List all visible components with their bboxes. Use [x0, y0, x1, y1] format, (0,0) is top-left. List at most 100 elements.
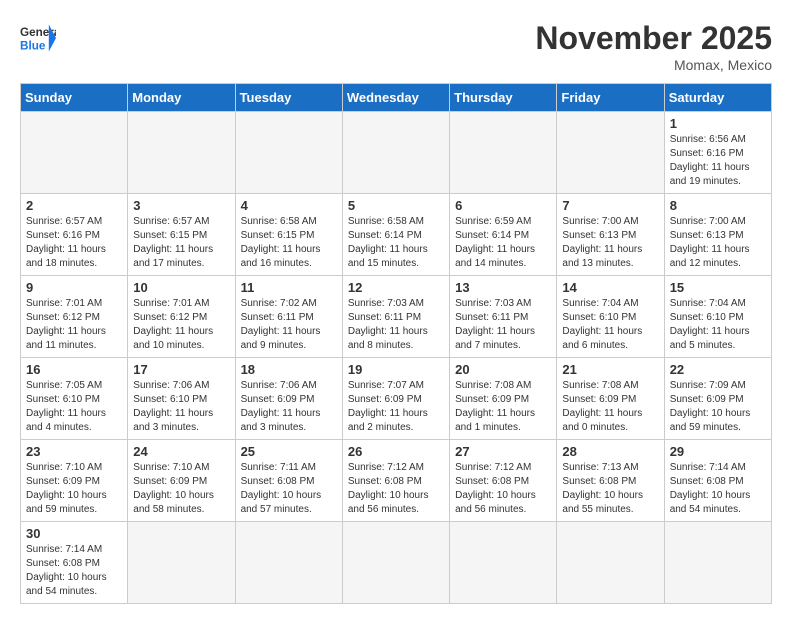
calendar-cell: 21 Sunrise: 7:08 AMSunset: 6:09 PMDayligh… — [557, 358, 664, 440]
day-info: Sunrise: 7:03 AMSunset: 6:11 PMDaylight:… — [348, 297, 444, 353]
day-number: 17 — [133, 362, 229, 377]
day-info: Sunrise: 7:08 AMSunset: 6:09 PMDaylight:… — [455, 379, 551, 435]
day-number: 25 — [241, 444, 337, 459]
calendar-cell: 26 Sunrise: 7:12 AMSunset: 6:08 PMDayligh… — [342, 440, 449, 522]
day-info: Sunrise: 7:10 AMSunset: 6:09 PMDaylight:… — [133, 461, 229, 517]
calendar-cell — [557, 522, 664, 604]
calendar-cell: 5 Sunrise: 6:58 AMSunset: 6:14 PMDaylight… — [342, 194, 449, 276]
day-number: 5 — [348, 198, 444, 213]
title-block: November 2025 Momax, Mexico — [535, 20, 772, 73]
day-info: Sunrise: 7:00 AMSunset: 6:13 PMDaylight:… — [670, 215, 766, 271]
weekday-header-saturday: Saturday — [664, 84, 771, 112]
weekday-header-wednesday: Wednesday — [342, 84, 449, 112]
day-info: Sunrise: 7:06 AMSunset: 6:10 PMDaylight:… — [133, 379, 229, 435]
calendar-cell: 6 Sunrise: 6:59 AMSunset: 6:14 PMDaylight… — [450, 194, 557, 276]
calendar-week-row: 16Sunrise: 7:05 AMSunset: 6:10 PMDayligh… — [21, 358, 772, 440]
day-info: Sunrise: 7:04 AMSunset: 6:10 PMDaylight:… — [670, 297, 766, 353]
calendar-cell: 10 Sunrise: 7:01 AMSunset: 6:12 PMDayligh… — [128, 276, 235, 358]
day-number: 2 — [26, 198, 122, 213]
day-number: 23 — [26, 444, 122, 459]
day-number: 1 — [670, 116, 766, 131]
day-info: Sunrise: 6:56 AMSunset: 6:16 PMDaylight:… — [670, 133, 766, 189]
calendar-week-row: 1 Sunrise: 6:56 AMSunset: 6:16 PMDaylight… — [21, 112, 772, 194]
calendar-cell — [128, 112, 235, 194]
weekday-header-row: SundayMondayTuesdayWednesdayThursdayFrid… — [21, 84, 772, 112]
day-number: 7 — [562, 198, 658, 213]
calendar-cell: 14Sunrise: 7:04 AMSunset: 6:10 PMDayligh… — [557, 276, 664, 358]
day-info: Sunrise: 7:08 AMSunset: 6:09 PMDaylight:… — [562, 379, 658, 435]
day-info: Sunrise: 7:03 AMSunset: 6:11 PMDaylight:… — [455, 297, 551, 353]
calendar-cell: 1 Sunrise: 6:56 AMSunset: 6:16 PMDaylight… — [664, 112, 771, 194]
weekday-header-monday: Monday — [128, 84, 235, 112]
day-info: Sunrise: 7:01 AMSunset: 6:12 PMDaylight:… — [26, 297, 122, 353]
calendar-cell: 23 Sunrise: 7:10 AMSunset: 6:09 PMDayligh… — [21, 440, 128, 522]
day-number: 18 — [241, 362, 337, 377]
calendar-cell — [450, 522, 557, 604]
calendar-cell: 27 Sunrise: 7:12 AMSunset: 6:08 PMDayligh… — [450, 440, 557, 522]
day-number: 6 — [455, 198, 551, 213]
day-info: Sunrise: 7:11 AMSunset: 6:08 PMDaylight:… — [241, 461, 337, 517]
day-number: 30 — [26, 526, 122, 541]
svg-text:Blue: Blue — [20, 40, 46, 53]
calendar-cell: 8 Sunrise: 7:00 AMSunset: 6:13 PMDaylight… — [664, 194, 771, 276]
calendar-cell — [235, 112, 342, 194]
calendar-cell — [664, 522, 771, 604]
day-info: Sunrise: 6:59 AMSunset: 6:14 PMDaylight:… — [455, 215, 551, 271]
calendar-cell: 13 Sunrise: 7:03 AMSunset: 6:11 PMDayligh… — [450, 276, 557, 358]
day-number: 29 — [670, 444, 766, 459]
day-number: 27 — [455, 444, 551, 459]
calendar-cell — [235, 522, 342, 604]
calendar-cell: 9Sunrise: 7:01 AMSunset: 6:12 PMDaylight… — [21, 276, 128, 358]
calendar-cell: 12 Sunrise: 7:03 AMSunset: 6:11 PMDayligh… — [342, 276, 449, 358]
day-info: Sunrise: 6:58 AMSunset: 6:15 PMDaylight:… — [241, 215, 337, 271]
day-info: Sunrise: 7:01 AMSunset: 6:12 PMDaylight:… — [133, 297, 229, 353]
day-info: Sunrise: 7:00 AMSunset: 6:13 PMDaylight:… — [562, 215, 658, 271]
day-number: 3 — [133, 198, 229, 213]
day-number: 22 — [670, 362, 766, 377]
month-title: November 2025 — [535, 20, 772, 57]
calendar-cell: 17 Sunrise: 7:06 AMSunset: 6:10 PMDayligh… — [128, 358, 235, 440]
calendar-cell: 28Sunrise: 7:13 AMSunset: 6:08 PMDayligh… — [557, 440, 664, 522]
weekday-header-friday: Friday — [557, 84, 664, 112]
calendar-table: SundayMondayTuesdayWednesdayThursdayFrid… — [20, 83, 772, 604]
day-number: 26 — [348, 444, 444, 459]
calendar-cell — [128, 522, 235, 604]
day-number: 13 — [455, 280, 551, 295]
calendar-cell — [450, 112, 557, 194]
day-number: 16 — [26, 362, 122, 377]
day-info: Sunrise: 7:14 AMSunset: 6:08 PMDaylight:… — [670, 461, 766, 517]
location: Momax, Mexico — [535, 57, 772, 73]
day-info: Sunrise: 7:09 AMSunset: 6:09 PMDaylight:… — [670, 379, 766, 435]
day-number: 28 — [562, 444, 658, 459]
day-info: Sunrise: 7:02 AMSunset: 6:11 PMDaylight:… — [241, 297, 337, 353]
day-info: Sunrise: 7:14 AMSunset: 6:08 PMDaylight:… — [26, 543, 122, 599]
day-info: Sunrise: 7:04 AMSunset: 6:10 PMDaylight:… — [562, 297, 658, 353]
calendar-cell — [342, 112, 449, 194]
day-number: 21 — [562, 362, 658, 377]
day-number: 19 — [348, 362, 444, 377]
day-info: Sunrise: 7:07 AMSunset: 6:09 PMDaylight:… — [348, 379, 444, 435]
day-number: 12 — [348, 280, 444, 295]
weekday-header-tuesday: Tuesday — [235, 84, 342, 112]
calendar-cell: 30 Sunrise: 7:14 AMSunset: 6:08 PMDayligh… — [21, 522, 128, 604]
calendar-cell — [557, 112, 664, 194]
day-number: 10 — [133, 280, 229, 295]
day-info: Sunrise: 6:57 AMSunset: 6:15 PMDaylight:… — [133, 215, 229, 271]
day-info: Sunrise: 7:12 AMSunset: 6:08 PMDaylight:… — [455, 461, 551, 517]
day-number: 4 — [241, 198, 337, 213]
day-number: 20 — [455, 362, 551, 377]
day-info: Sunrise: 7:10 AMSunset: 6:09 PMDaylight:… — [26, 461, 122, 517]
day-number: 8 — [670, 198, 766, 213]
calendar-cell: 15Sunrise: 7:04 AMSunset: 6:10 PMDayligh… — [664, 276, 771, 358]
calendar-week-row: 30 Sunrise: 7:14 AMSunset: 6:08 PMDayligh… — [21, 522, 772, 604]
calendar-week-row: 23 Sunrise: 7:10 AMSunset: 6:09 PMDayligh… — [21, 440, 772, 522]
calendar-week-row: 2 Sunrise: 6:57 AMSunset: 6:16 PMDaylight… — [21, 194, 772, 276]
day-number: 11 — [241, 280, 337, 295]
day-info: Sunrise: 6:58 AMSunset: 6:14 PMDaylight:… — [348, 215, 444, 271]
day-info: Sunrise: 7:12 AMSunset: 6:08 PMDaylight:… — [348, 461, 444, 517]
calendar-cell: 16Sunrise: 7:05 AMSunset: 6:10 PMDayligh… — [21, 358, 128, 440]
calendar-cell: 29 Sunrise: 7:14 AMSunset: 6:08 PMDayligh… — [664, 440, 771, 522]
calendar-cell: 19 Sunrise: 7:07 AMSunset: 6:09 PMDayligh… — [342, 358, 449, 440]
day-info: Sunrise: 6:57 AMSunset: 6:16 PMDaylight:… — [26, 215, 122, 271]
calendar-cell: 18Sunrise: 7:06 AMSunset: 6:09 PMDayligh… — [235, 358, 342, 440]
